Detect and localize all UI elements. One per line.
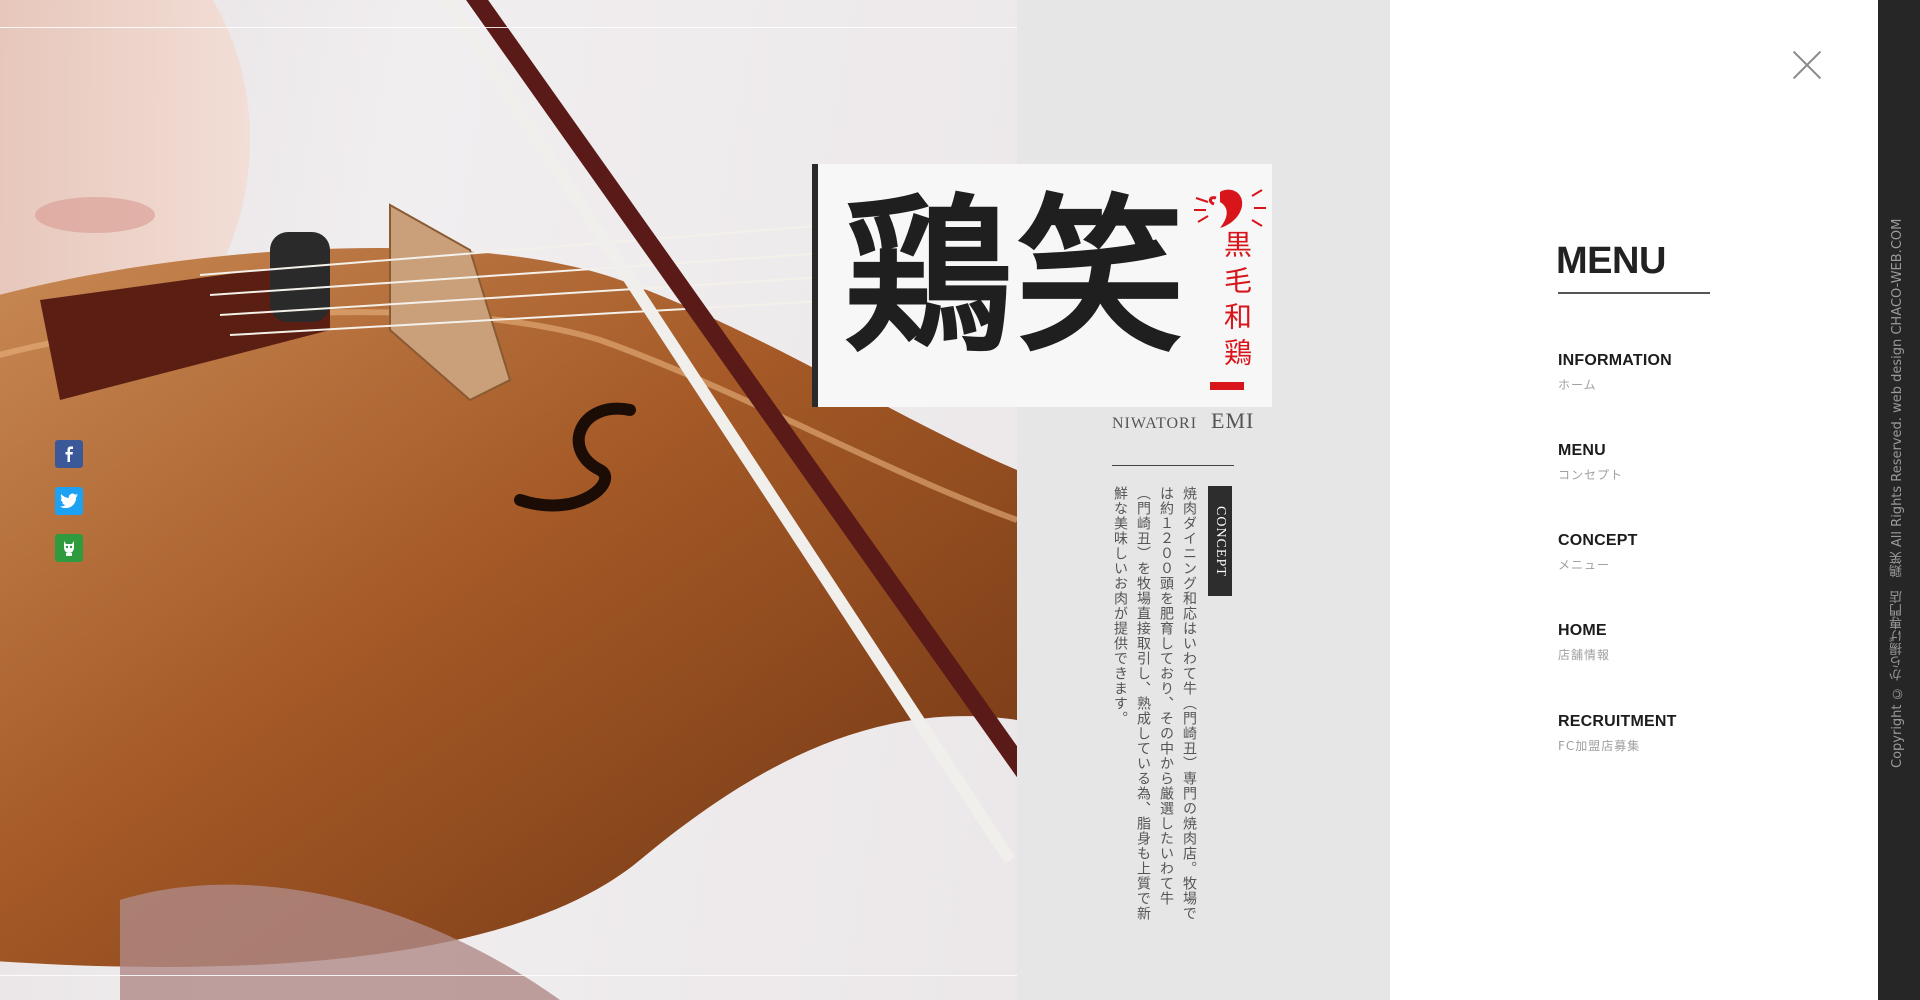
hero-bottom-line [0,975,1017,976]
menu-title: MENU [1556,240,1666,282]
menu-item-sublabel: ホーム [1558,378,1597,392]
concept-label: CONCEPT [1208,486,1232,596]
logo-title: 鶏笑 [844,177,1188,375]
facebook-icon[interactable] [55,440,83,468]
menu-item-sublabel: コンセプト [1558,468,1624,482]
twitter-icon[interactable] [55,487,83,515]
brand-logo[interactable]: 鶏笑 黒毛和鶏 [812,164,1272,407]
menu-item-label: CONCEPT [1558,532,1638,549]
line-icon[interactable] [55,534,83,562]
menu-item-label: RECRUITMENT [1558,713,1677,730]
menu-item-menu[interactable]: MENU コンセプト [1558,442,1623,483]
concept-text: 焼肉ダイニング和応はいわて牛（門崎丑）専門の焼肉店。牧場では約１２００頭を肥育し… [1112,486,1197,921]
menu-item-label: INFORMATION [1558,352,1672,369]
chicken-icon [1194,189,1266,228]
menu-title-underline [1558,292,1710,294]
copyright-text: Copyright © から揚げ専門店 鶏笑 All Rights Reserv… [1890,218,1905,768]
concept-panel [1017,0,1390,1000]
menu-item-concept[interactable]: CONCEPT メニュー [1558,532,1638,573]
menu-item-recruitment[interactable]: RECRUITMENT FC加盟店募集 [1558,713,1677,754]
menu-item-sublabel: FC加盟店募集 [1558,739,1641,753]
brand-sub-right: EMI [1211,408,1255,433]
violin-illustration [0,0,1017,1000]
hero-photo [0,0,1017,1000]
menu-item-label: MENU [1558,442,1606,459]
logo-tagline: 黒毛和鶏 [1220,230,1253,374]
menu-item-label: HOME [1558,622,1607,639]
brand-sub-left: NIWATORI [1112,415,1198,432]
menu-item-home[interactable]: HOME 店舗情報 [1558,622,1610,663]
hero-top-line [0,27,1017,28]
logo-accent-bar [1210,382,1244,390]
divider [1112,465,1234,466]
menu-item-sublabel: 店舗情報 [1558,648,1611,662]
close-icon[interactable] [1790,48,1824,82]
menu-item-sublabel: メニュー [1558,558,1611,572]
brand-subtitle: NIWATORI EMI [1112,408,1254,434]
menu-panel [1390,0,1878,1000]
menu-item-information[interactable]: INFORMATION ホーム [1558,352,1672,393]
